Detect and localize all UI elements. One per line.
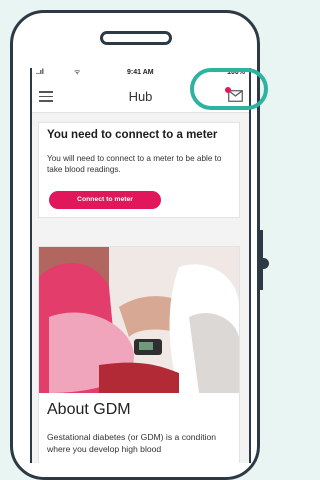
phone-side-button	[258, 258, 269, 269]
phone-speaker	[100, 31, 172, 45]
card-heading: About GDM	[47, 401, 131, 418]
wifi-icon: ᯤ	[74, 69, 81, 76]
pregnant-woman-blood-test-photo	[39, 247, 239, 393]
signal-indicator: ..ıl	[36, 69, 44, 76]
card-heading: You need to connect to a meter	[47, 129, 218, 141]
status-time: 9:41 AM	[127, 69, 154, 76]
connect-meter-button[interactable]: Connect to meter	[49, 191, 161, 209]
app-screen: ..ıl ᯤ 9:41 AM 100% Hub You need to conn…	[30, 68, 251, 463]
card-body: Gestational diabetes (or GDM) is a condi…	[47, 432, 217, 454]
card-body: You will need to connect to a meter to b…	[47, 154, 222, 174]
mail-icon-highlight	[190, 68, 268, 110]
connect-meter-card: You need to connect to a meter You will …	[38, 122, 240, 218]
about-gdm-card[interactable]: About GDM Gestational diabetes (or GDM) …	[38, 246, 240, 463]
